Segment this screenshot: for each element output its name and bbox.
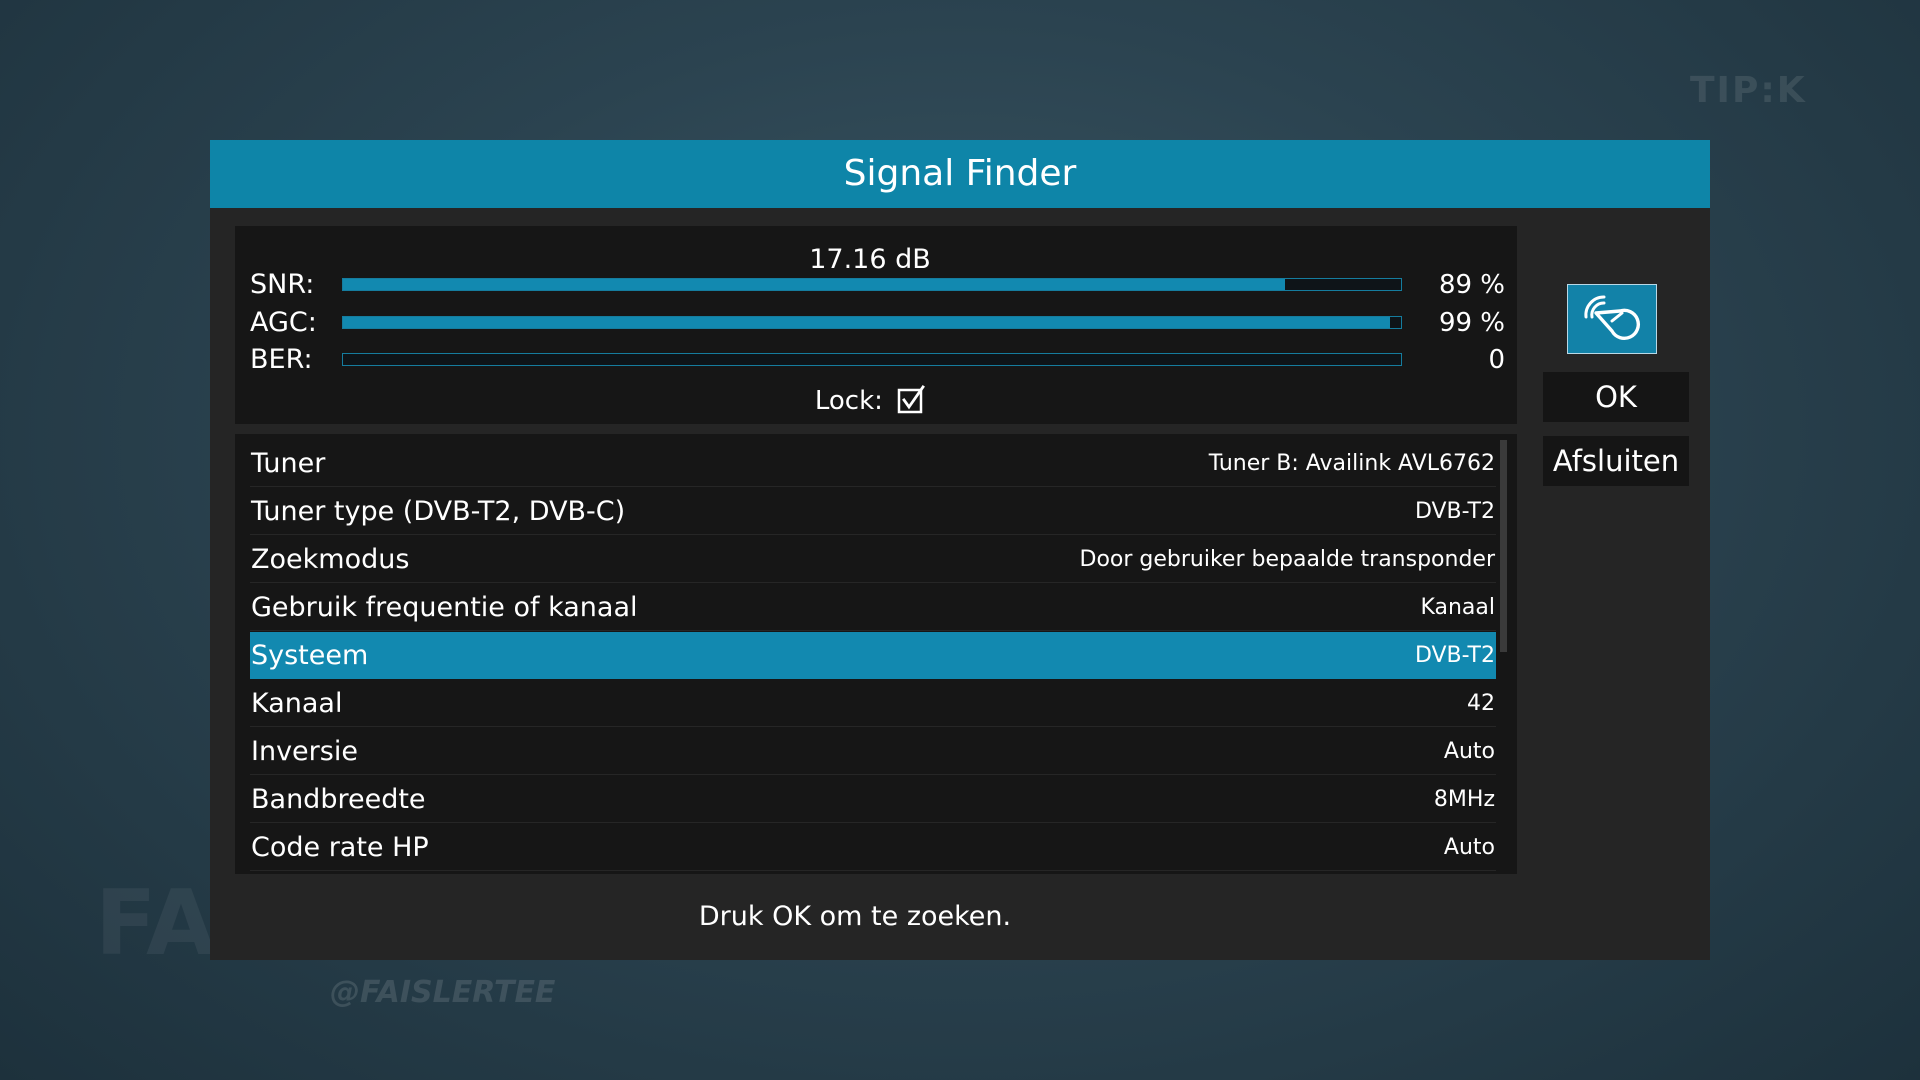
- meter-track: [342, 316, 1402, 329]
- setting-row-inversion[interactable]: Inversie Auto: [250, 728, 1496, 775]
- meter-label: SNR:: [250, 269, 315, 300]
- setting-value: Auto: [1443, 739, 1495, 764]
- meter-label: AGC:: [250, 307, 317, 338]
- signal-finder-dialog: Signal Finder 17.16 dB SNR: 89 % AGC: 99…: [210, 140, 1710, 960]
- meter-track: [342, 278, 1402, 291]
- setting-label: Code rate HP: [251, 832, 429, 863]
- close-button[interactable]: Afsluiten: [1543, 436, 1689, 486]
- setting-value: 42: [1467, 691, 1495, 716]
- setting-row-channel[interactable]: Kanaal 42: [250, 680, 1496, 727]
- watermark-logo: TIP:K: [1690, 70, 1807, 111]
- signal-panel: 17.16 dB SNR: 89 % AGC: 99 % BER: 0 Lock…: [235, 226, 1517, 424]
- meter-track: [342, 353, 1402, 366]
- setting-row-system[interactable]: Systeem DVB-T2: [250, 632, 1496, 679]
- snr-meter: SNR: 89 %: [250, 268, 1505, 302]
- agc-meter: AGC: 99 %: [250, 306, 1505, 340]
- setting-label: Tuner type (DVB-T2, DVB-C): [251, 496, 626, 527]
- setting-row-bandwidth[interactable]: Bandbreedte 8MHz: [250, 776, 1496, 823]
- setting-label: Zoekmodus: [251, 544, 410, 575]
- meter-fill: [343, 317, 1391, 328]
- setting-value: Auto: [1443, 835, 1495, 860]
- setting-row-search-mode[interactable]: Zoekmodus Door gebruiker bepaalde transp…: [250, 536, 1496, 583]
- meter-value: 0: [1488, 345, 1505, 375]
- meter-label: BER:: [250, 344, 313, 375]
- settings-list: Tuner Tuner B: Availink AVL6762 Tuner ty…: [235, 434, 1517, 874]
- ok-button[interactable]: OK: [1543, 372, 1689, 422]
- setting-value: Kanaal: [1420, 595, 1495, 620]
- lock-indicator: Lock:: [235, 384, 1505, 418]
- setting-value: 8MHz: [1433, 787, 1495, 812]
- meter-value: 99 %: [1438, 308, 1505, 338]
- setting-value: DVB-T2: [1414, 499, 1495, 524]
- setting-label: Inversie: [251, 736, 358, 767]
- satellite-scan-button[interactable]: [1567, 284, 1657, 354]
- dialog-title: Signal Finder: [210, 140, 1710, 208]
- meter-value: 89 %: [1438, 270, 1505, 300]
- lock-label: Lock:: [814, 386, 883, 416]
- setting-value: DVB-T2: [1414, 643, 1495, 668]
- setting-row-frequency-or-channel[interactable]: Gebruik frequentie of kanaal Kanaal: [250, 584, 1496, 631]
- satellite-dish-icon: [1584, 295, 1640, 341]
- setting-label: Gebruik frequentie of kanaal: [251, 592, 638, 623]
- footer-hint: Druk OK om te zoeken.: [698, 901, 1012, 932]
- checkbox-checked-icon: [897, 384, 926, 413]
- background-social-handle: @FAISLERTEE: [330, 975, 556, 1010]
- settings-scrollbar[interactable]: [1500, 440, 1507, 652]
- setting-value: Tuner B: Availink AVL6762: [1208, 451, 1495, 476]
- setting-label: Kanaal: [251, 688, 343, 719]
- setting-row-tuner[interactable]: Tuner Tuner B: Availink AVL6762: [250, 440, 1496, 487]
- setting-row-code-rate-hp[interactable]: Code rate HP Auto: [250, 824, 1496, 871]
- setting-value: Door gebruiker bepaalde transponder: [1079, 547, 1496, 572]
- setting-label: Systeem: [251, 640, 369, 671]
- meter-fill: [343, 279, 1285, 290]
- setting-row-tuner-type[interactable]: Tuner type (DVB-T2, DVB-C) DVB-T2: [250, 488, 1496, 535]
- ber-meter: BER: 0: [250, 343, 1505, 377]
- setting-label: Bandbreedte: [251, 784, 426, 815]
- setting-label: Tuner: [251, 448, 326, 479]
